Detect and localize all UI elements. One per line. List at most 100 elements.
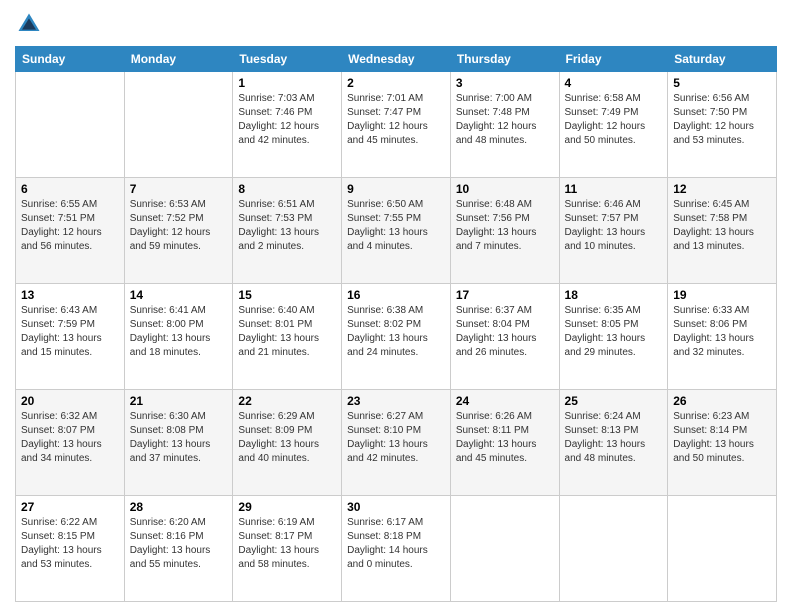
calendar-cell: 21Sunrise: 6:30 AM Sunset: 8:08 PM Dayli… [124,390,233,496]
calendar-cell: 13 Sunrise: 6:43 AM Sunset: 7:59 PM Dayli… [16,284,125,390]
calendar-cell: 22Sunrise: 6:29 AM Sunset: 8:09 PM Dayli… [233,390,342,496]
calendar-cell: 23Sunrise: 6:27 AM Sunset: 8:10 PM Dayli… [342,390,451,496]
day-number: 16 [347,288,445,302]
day-number: 4 [565,76,663,90]
day-info: Sunrise: 7:03 AM Sunset: 7:46 PM Dayligh… [238,92,336,148]
day-number: 1 [238,76,336,90]
day-number: 26 [673,394,771,408]
calendar-cell: 3 Sunrise: 7:00 AM Sunset: 7:48 PM Daylig… [450,72,559,178]
day-info: Sunrise: 7:00 AM Sunset: 7:48 PM Dayligh… [456,92,554,148]
calendar-table: SundayMondayTuesdayWednesdayThursdayFrid… [15,46,777,602]
calendar-week-row: 27 Sunrise: 6:22 AM Sunset: 8:15 PM Dayli… [16,496,777,602]
calendar-cell: 29 Sunrise: 6:19 AM Sunset: 8:17 PM Dayli… [233,496,342,602]
calendar-cell [124,72,233,178]
day-number: 18 [565,288,663,302]
day-info: Sunrise: 6:26 AM Sunset: 8:11 PM Dayligh… [456,410,554,466]
day-number: 29 [238,500,336,514]
logo [15,10,47,38]
day-number: 5 [673,76,771,90]
page-header [15,10,777,38]
day-number: 25 [565,394,663,408]
day-info: Sunrise: 6:33 AM Sunset: 8:06 PM Dayligh… [673,304,771,360]
day-info: Sunrise: 6:48 AM Sunset: 7:56 PM Dayligh… [456,198,554,254]
day-info: Sunrise: 6:46 AM Sunset: 7:57 PM Dayligh… [565,198,663,254]
day-number: 13 [21,288,119,302]
day-info: Sunrise: 6:45 AM Sunset: 7:58 PM Dayligh… [673,198,771,254]
day-number: 7 [130,182,228,196]
day-info: Sunrise: 6:40 AM Sunset: 8:01 PM Dayligh… [238,304,336,360]
calendar-cell: 1 Sunrise: 7:03 AM Sunset: 7:46 PM Daylig… [233,72,342,178]
day-info: Sunrise: 6:51 AM Sunset: 7:53 PM Dayligh… [238,198,336,254]
calendar-cell: 6 Sunrise: 6:55 AM Sunset: 7:51 PM Daylig… [16,178,125,284]
day-number: 27 [21,500,119,514]
day-number: 10 [456,182,554,196]
calendar-cell: 17 Sunrise: 6:37 AM Sunset: 8:04 PM Dayli… [450,284,559,390]
day-number: 11 [565,182,663,196]
day-info: Sunrise: 6:50 AM Sunset: 7:55 PM Dayligh… [347,198,445,254]
day-info: Sunrise: 6:38 AM Sunset: 8:02 PM Dayligh… [347,304,445,360]
day-info: Sunrise: 6:24 AM Sunset: 8:13 PM Dayligh… [565,410,663,466]
calendar-cell: 4 Sunrise: 6:58 AM Sunset: 7:49 PM Daylig… [559,72,668,178]
calendar-week-row: 6 Sunrise: 6:55 AM Sunset: 7:51 PM Daylig… [16,178,777,284]
day-number: 15 [238,288,336,302]
calendar-cell [450,496,559,602]
calendar-cell [16,72,125,178]
calendar-cell: 25 Sunrise: 6:24 AM Sunset: 8:13 PM Dayli… [559,390,668,496]
day-info: Sunrise: 6:55 AM Sunset: 7:51 PM Dayligh… [21,198,119,254]
calendar-cell: 30 Sunrise: 6:17 AM Sunset: 8:18 PM Dayli… [342,496,451,602]
day-info: Sunrise: 6:37 AM Sunset: 8:04 PM Dayligh… [456,304,554,360]
calendar-cell: 8 Sunrise: 6:51 AM Sunset: 7:53 PM Daylig… [233,178,342,284]
day-info: Sunrise: 6:53 AM Sunset: 7:52 PM Dayligh… [130,198,228,254]
day-number: 2 [347,76,445,90]
calendar-cell: 27 Sunrise: 6:22 AM Sunset: 8:15 PM Dayli… [16,496,125,602]
day-info: Sunrise: 6:22 AM Sunset: 8:15 PM Dayligh… [21,516,119,572]
day-info: Sunrise: 7:01 AM Sunset: 7:47 PM Dayligh… [347,92,445,148]
calendar-cell: 14 Sunrise: 6:41 AM Sunset: 8:00 PM Dayli… [124,284,233,390]
weekday-header: Friday [559,47,668,72]
calendar-cell [668,496,777,602]
day-number: 6 [21,182,119,196]
day-number: 20 [21,394,119,408]
calendar-cell: 19 Sunrise: 6:33 AM Sunset: 8:06 PM Dayli… [668,284,777,390]
weekday-header: Wednesday [342,47,451,72]
day-number: 30 [347,500,445,514]
calendar-cell: 12 Sunrise: 6:45 AM Sunset: 7:58 PM Dayli… [668,178,777,284]
day-info: Sunrise: 6:41 AM Sunset: 8:00 PM Dayligh… [130,304,228,360]
calendar-cell: 9 Sunrise: 6:50 AM Sunset: 7:55 PM Daylig… [342,178,451,284]
calendar-week-row: 20 Sunrise: 6:32 AM Sunset: 8:07 PM Dayli… [16,390,777,496]
day-info: Sunrise: 6:23 AM Sunset: 8:14 PM Dayligh… [673,410,771,466]
day-number: 3 [456,76,554,90]
day-number: 14 [130,288,228,302]
day-number: 8 [238,182,336,196]
weekday-header: Saturday [668,47,777,72]
calendar-cell: 2 Sunrise: 7:01 AM Sunset: 7:47 PM Daylig… [342,72,451,178]
calendar-cell: 5 Sunrise: 6:56 AM Sunset: 7:50 PM Daylig… [668,72,777,178]
weekday-header: Tuesday [233,47,342,72]
calendar-cell: 15 Sunrise: 6:40 AM Sunset: 8:01 PM Dayli… [233,284,342,390]
day-info: Sunrise: 6:35 AM Sunset: 8:05 PM Dayligh… [565,304,663,360]
day-number: 21 [130,394,228,408]
day-info: Sunrise: 6:29 AM Sunset: 8:09 PM Dayligh… [238,410,336,466]
calendar-header-row: SundayMondayTuesdayWednesdayThursdayFrid… [16,47,777,72]
calendar-cell: 11 Sunrise: 6:46 AM Sunset: 7:57 PM Dayli… [559,178,668,284]
day-info: Sunrise: 6:43 AM Sunset: 7:59 PM Dayligh… [21,304,119,360]
day-number: 9 [347,182,445,196]
day-info: Sunrise: 6:17 AM Sunset: 8:18 PM Dayligh… [347,516,445,572]
day-info: Sunrise: 6:32 AM Sunset: 8:07 PM Dayligh… [21,410,119,466]
weekday-header: Monday [124,47,233,72]
day-number: 19 [673,288,771,302]
calendar-cell: 24Sunrise: 6:26 AM Sunset: 8:11 PM Dayli… [450,390,559,496]
calendar-week-row: 1 Sunrise: 7:03 AM Sunset: 7:46 PM Daylig… [16,72,777,178]
weekday-header: Thursday [450,47,559,72]
day-info: Sunrise: 6:19 AM Sunset: 8:17 PM Dayligh… [238,516,336,572]
day-info: Sunrise: 6:58 AM Sunset: 7:49 PM Dayligh… [565,92,663,148]
day-number: 12 [673,182,771,196]
weekday-header: Sunday [16,47,125,72]
day-info: Sunrise: 6:27 AM Sunset: 8:10 PM Dayligh… [347,410,445,466]
calendar-cell: 20 Sunrise: 6:32 AM Sunset: 8:07 PM Dayli… [16,390,125,496]
calendar-cell: 16 Sunrise: 6:38 AM Sunset: 8:02 PM Dayli… [342,284,451,390]
day-info: Sunrise: 6:56 AM Sunset: 7:50 PM Dayligh… [673,92,771,148]
day-number: 17 [456,288,554,302]
logo-icon [15,10,43,38]
calendar-cell: 10 Sunrise: 6:48 AM Sunset: 7:56 PM Dayli… [450,178,559,284]
